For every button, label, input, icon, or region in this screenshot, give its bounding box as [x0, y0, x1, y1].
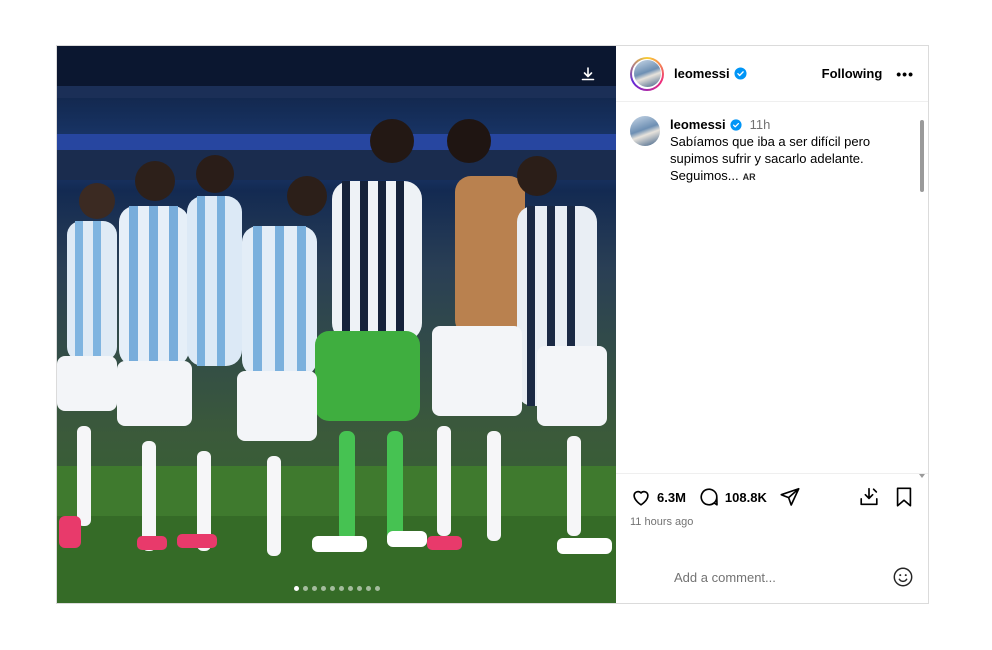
carousel-dot[interactable] [293, 586, 299, 591]
comments-scrollbar[interactable] [918, 112, 926, 478]
instagram-post: leomessi Following ••• leomessi 11h Sabí… [56, 45, 929, 604]
share-icon [780, 487, 800, 506]
comment-icon [700, 488, 718, 506]
more-options-button[interactable]: ••• [896, 66, 914, 82]
save-to-device-button[interactable] [858, 486, 880, 508]
post-timestamp[interactable]: 11 hours ago [630, 516, 914, 528]
action-bar: 6.3M 108.8K 11 hours ago [616, 473, 928, 551]
post-image[interactable] [57, 46, 616, 603]
carousel-dot[interactable] [365, 586, 371, 591]
translate-badge[interactable]: AR [743, 172, 756, 182]
avatar-image [633, 60, 661, 87]
heart-icon [633, 490, 649, 506]
carousel-dot[interactable] [302, 586, 308, 591]
verified-badge-icon [730, 118, 742, 131]
caption-text: Sabíamos que iba a ser difícil pero supi… [670, 134, 871, 183]
bookmark-icon [896, 487, 912, 507]
like-count[interactable]: 6.3M [657, 490, 686, 505]
caption-avatar[interactable] [630, 116, 660, 146]
comment-button[interactable] [698, 486, 720, 508]
carousel-indicator [57, 586, 616, 591]
carousel-dot[interactable] [338, 586, 344, 591]
save-to-device-icon [860, 487, 878, 506]
following-button[interactable]: Following [822, 66, 883, 81]
carousel-dot[interactable] [320, 586, 326, 591]
download-icon [581, 67, 595, 81]
carousel-dot[interactable] [356, 586, 362, 591]
download-button[interactable] [576, 62, 600, 86]
comment-input[interactable] [672, 568, 892, 586]
post-header: leomessi Following ••• [616, 46, 928, 102]
emoji-icon [893, 567, 913, 587]
verified-badge-icon [734, 67, 747, 80]
comments-section: leomessi 11h Sabíamos que iba a ser difí… [616, 102, 928, 478]
team-celebration-photo [57, 46, 616, 603]
emoji-button[interactable] [892, 566, 914, 588]
header-username[interactable]: leomessi [674, 66, 730, 81]
profile-avatar[interactable] [630, 56, 664, 91]
scrollbar-thumb[interactable] [920, 120, 924, 192]
share-button[interactable] [779, 486, 801, 508]
like-button[interactable] [630, 486, 652, 508]
post-sidebar: leomessi Following ••• leomessi 11h Sabí… [616, 46, 928, 603]
caption-time[interactable]: 11h [750, 116, 771, 133]
carousel-dot[interactable] [329, 586, 335, 591]
bookmark-button[interactable] [894, 486, 914, 508]
carousel-dot[interactable] [347, 586, 353, 591]
comment-count[interactable]: 108.8K [725, 490, 767, 505]
carousel-dot[interactable] [311, 586, 317, 591]
caption: leomessi 11h Sabíamos que iba a ser difí… [630, 116, 914, 186]
scroll-down-arrow-icon[interactable] [919, 474, 925, 478]
carousel-dot[interactable] [374, 586, 380, 591]
caption-username[interactable]: leomessi [670, 116, 726, 133]
add-comment-bar [616, 551, 928, 603]
